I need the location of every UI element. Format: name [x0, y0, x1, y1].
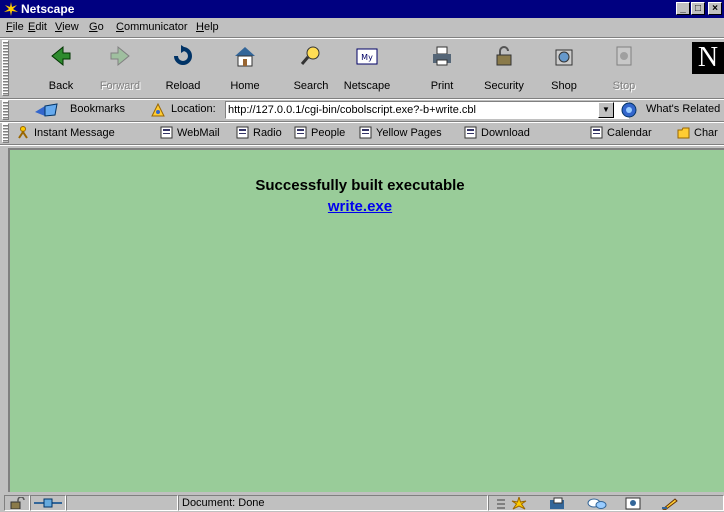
home-button[interactable]: Home [219, 42, 271, 94]
back-button[interactable]: Back [35, 42, 87, 94]
menu-go[interactable]: Go [89, 21, 104, 33]
minimize-button[interactable]: _ [676, 2, 690, 15]
bookmark-page-icon [236, 126, 249, 139]
location-icon [151, 102, 165, 117]
webmail-link[interactable]: WebMail [160, 126, 220, 139]
bookmark-page-icon [294, 126, 307, 139]
toolbar-grip[interactable] [2, 100, 9, 120]
bookmark-page-icon [590, 126, 603, 139]
close-button[interactable]: × [708, 2, 722, 15]
my-netscape-icon: My [356, 48, 378, 65]
people-link[interactable]: People [294, 126, 345, 139]
home-icon [235, 47, 255, 67]
page-content: Successfully built executable write.exe [8, 148, 724, 492]
menu-bar: File Edit View Go Communicator Help [0, 18, 724, 37]
shop-icon [555, 49, 573, 66]
connection-status [30, 495, 66, 511]
location-label: Location: [171, 103, 216, 115]
executable-link[interactable]: write.exe [10, 198, 710, 215]
stop-icon [616, 46, 632, 66]
menu-file[interactable]: File [6, 21, 24, 33]
forward-arrow-icon [110, 45, 130, 67]
unlocked-padlock-icon [10, 497, 25, 509]
radio-link[interactable]: Radio [236, 126, 282, 139]
maximize-button[interactable]: □ [691, 2, 705, 15]
address-book-icon[interactable] [625, 497, 641, 510]
menu-view[interactable]: View [55, 21, 79, 33]
channels-folder-icon [677, 127, 690, 139]
personal-toolbar: Instant Message WebMail Radio People Yel… [0, 122, 724, 144]
whats-related-label[interactable]: What's Related [646, 103, 720, 115]
security-button[interactable]: Security [478, 42, 530, 94]
instant-message-icon [18, 126, 28, 139]
bookmarks-icon[interactable] [33, 102, 65, 118]
lock-icon [496, 46, 512, 66]
security-status[interactable] [4, 495, 30, 511]
instant-message-link[interactable]: Instant Message [17, 126, 115, 139]
netscape-app-icon [3, 1, 19, 17]
shop-button[interactable]: Shop [538, 42, 590, 94]
svg-text:My: My [361, 53, 373, 62]
channels-link[interactable]: Char [677, 126, 718, 139]
whats-related-icon[interactable] [620, 102, 642, 118]
stop-button[interactable]: Stop [598, 42, 650, 94]
forward-button[interactable]: Forward [94, 42, 146, 94]
back-arrow-icon [51, 45, 71, 67]
composer-icon[interactable] [661, 497, 679, 510]
toolbar-grip[interactable] [2, 40, 9, 96]
menu-edit[interactable]: Edit [28, 21, 47, 33]
divider [0, 144, 724, 146]
connection-icon [34, 498, 62, 508]
page-heading: Successfully built executable [255, 177, 465, 194]
navigation-toolbar: Back Forward Reload Home Search My Netsc… [0, 38, 724, 98]
url-input[interactable]: http://127.0.0.1/cgi-bin/cobolscript.exe… [225, 101, 629, 119]
reload-button[interactable]: Reload [157, 42, 209, 94]
download-link[interactable]: Download [464, 126, 530, 139]
menu-help[interactable]: Help [196, 21, 219, 33]
component-grip-icon [497, 499, 505, 509]
search-button[interactable]: Search [285, 42, 337, 94]
mail-icon[interactable] [549, 497, 567, 510]
yellow-pages-link[interactable]: Yellow Pages [359, 126, 442, 139]
bookmarks-label[interactable]: Bookmarks [70, 103, 125, 115]
reload-icon [174, 45, 192, 65]
discussions-icon[interactable] [587, 497, 607, 510]
status-bar: Document: Done [0, 494, 724, 512]
bookmark-page-icon [359, 126, 372, 139]
bookmark-page-icon [160, 126, 173, 139]
url-dropdown-button[interactable]: ▼ [598, 102, 614, 118]
status-text: Document: Done [178, 495, 488, 511]
netscape-button[interactable]: My Netscape [341, 42, 393, 94]
toolbar-grip[interactable] [2, 123, 9, 143]
print-button[interactable]: Print [416, 42, 468, 94]
location-toolbar: Bookmarks Location: http://127.0.0.1/cgi… [0, 99, 724, 121]
title-bar: Netscape _ □ × [0, 0, 724, 18]
bookmark-page-icon [464, 126, 477, 139]
print-icon [433, 46, 451, 66]
window-title: Netscape [21, 2, 75, 16]
component-bar [488, 495, 724, 511]
progress-panel [66, 495, 178, 511]
netscape-logo[interactable]: N [692, 42, 724, 74]
calendar-link[interactable]: Calendar [590, 126, 652, 139]
search-icon [300, 46, 320, 65]
menu-communicator[interactable]: Communicator [116, 21, 188, 33]
navigator-icon[interactable] [511, 497, 527, 510]
